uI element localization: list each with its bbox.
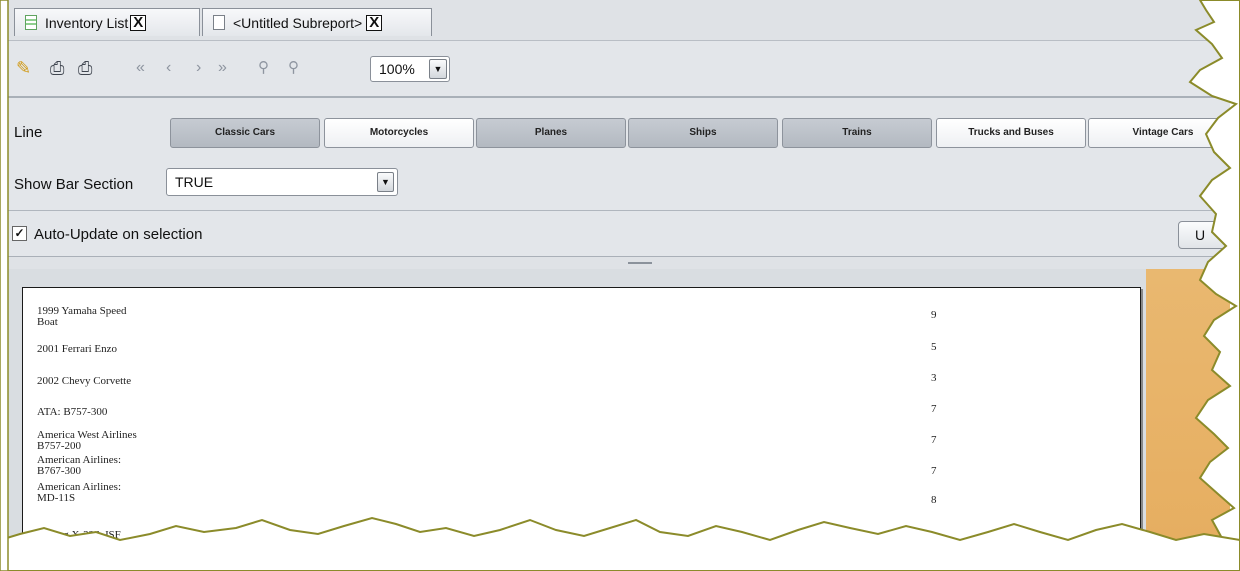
parameter-divider [8,210,1230,211]
print-icon[interactable]: ⎙ [78,57,92,79]
splitter-grip[interactable] [628,262,652,264]
list-item: 2001 Ferrari Enzo [37,344,197,355]
next-page-icon[interactable]: › [196,57,201,79]
report-document-icon [25,15,37,30]
quantity-value: 7 [931,465,937,477]
close-tab-icon[interactable]: X [366,14,383,31]
auto-update-label: Auto-Update on selection [34,226,203,243]
chevron-down-icon[interactable]: ▼ [429,59,447,79]
document-tab-strip: Inventory List X <Untitled Subreport> X [8,0,1230,40]
product-name: 2001 Ferrari Enzo [37,343,118,355]
quantity-value: 8 [931,494,937,506]
product-name: 1999 Yamaha Speed [37,305,127,317]
print-preview-icon[interactable]: ⎙ [50,57,64,79]
chevron-down-icon[interactable]: ▼ [377,172,394,192]
list-item: Boeing X-32A JSF [37,530,197,541]
line-button-ships[interactable]: Ships [628,118,778,148]
list-item: America West Airlines B757-200 [37,430,197,452]
tab-inventory-list[interactable]: Inventory List X [14,8,200,36]
close-tab-icon[interactable]: X [130,14,147,31]
product-name: 2002 Chevy Corvette [37,375,132,387]
tab-label: Inventory List [45,14,129,31]
product-name: Boeing X-32A JSF [37,529,121,541]
report-toolbar: ✎ ⎙ ⎙ « ‹ › » ⚲ ⚲ 100% ▼ [8,40,1230,97]
list-item: ATA: B757-300 [37,407,197,418]
product-name-continued: MD-11S [37,492,76,504]
list-item: American Airlines: MD-11S [37,482,197,504]
list-item: 1999 Yamaha Speed Boat [37,306,197,328]
list-item: American Airlines: B767-300 [37,455,197,477]
product-name-continued: B767-300 [37,465,81,477]
edit-icon[interactable]: ✎ [16,57,31,79]
toolbar-divider [8,96,1230,98]
zoom-value: 100% [379,61,415,77]
show-bar-section-value: TRUE [175,174,214,190]
report-viewer-window: Inventory List X <Untitled Subreport> X … [8,0,1230,571]
update-button[interactable]: U [1178,221,1230,249]
report-preview-area: 1999 Yamaha Speed Boat 9 2001 Ferrari En… [8,269,1230,571]
line-button-classic-cars[interactable]: Classic Cars [170,118,320,148]
last-page-icon[interactable]: » [218,57,227,79]
first-page-icon[interactable]: « [136,57,145,79]
subreport-document-icon [213,15,225,30]
backdrop-background [1146,269,1230,571]
zoom-in-icon[interactable]: ⚲ [288,57,299,79]
zoom-select[interactable]: 100% ▼ [370,56,450,82]
panel-splitter[interactable] [8,256,1230,270]
previous-page-icon[interactable]: ‹ [166,57,171,79]
product-name-continued: Boat [37,316,58,328]
quantity-value: 7 [931,434,937,446]
line-button-trains[interactable]: Trains [782,118,932,148]
tab-label: <Untitled Subreport> [233,14,363,31]
list-item: 2002 Chevy Corvette [37,376,197,387]
quantity-value: 7 [931,403,937,415]
tab-untitled-subreport[interactable]: <Untitled Subreport> X [202,8,432,36]
auto-update-row: ✓ Auto-Update on selection U [8,212,1230,256]
line-button-motorcycles[interactable]: Motorcycles [324,118,474,148]
show-bar-section-select[interactable]: TRUE ▼ [166,168,398,196]
quantity-value: 3 [931,372,937,384]
zoom-out-icon[interactable]: ⚲ [258,57,269,79]
line-button-planes[interactable]: Planes [476,118,626,148]
line-parameter-label: Line [14,124,43,141]
report-page: 1999 Yamaha Speed Boat 9 2001 Ferrari En… [22,287,1141,571]
auto-update-checkbox[interactable]: ✓ [12,226,27,241]
parameter-panel: Line Classic Cars Motorcycles Planes Shi… [8,100,1230,210]
product-name: ATA: B757-300 [37,406,108,418]
line-button-trucks-and-buses[interactable]: Trucks and Buses [936,118,1086,148]
product-name-continued: B757-200 [37,440,81,452]
line-button-vintage-cars[interactable]: Vintage Cars [1088,118,1230,148]
show-bar-section-label: Show Bar Section [14,176,134,193]
quantity-value: 5 [931,341,937,353]
torn-left-edge [0,0,9,571]
quantity-value: 9 [931,309,937,321]
